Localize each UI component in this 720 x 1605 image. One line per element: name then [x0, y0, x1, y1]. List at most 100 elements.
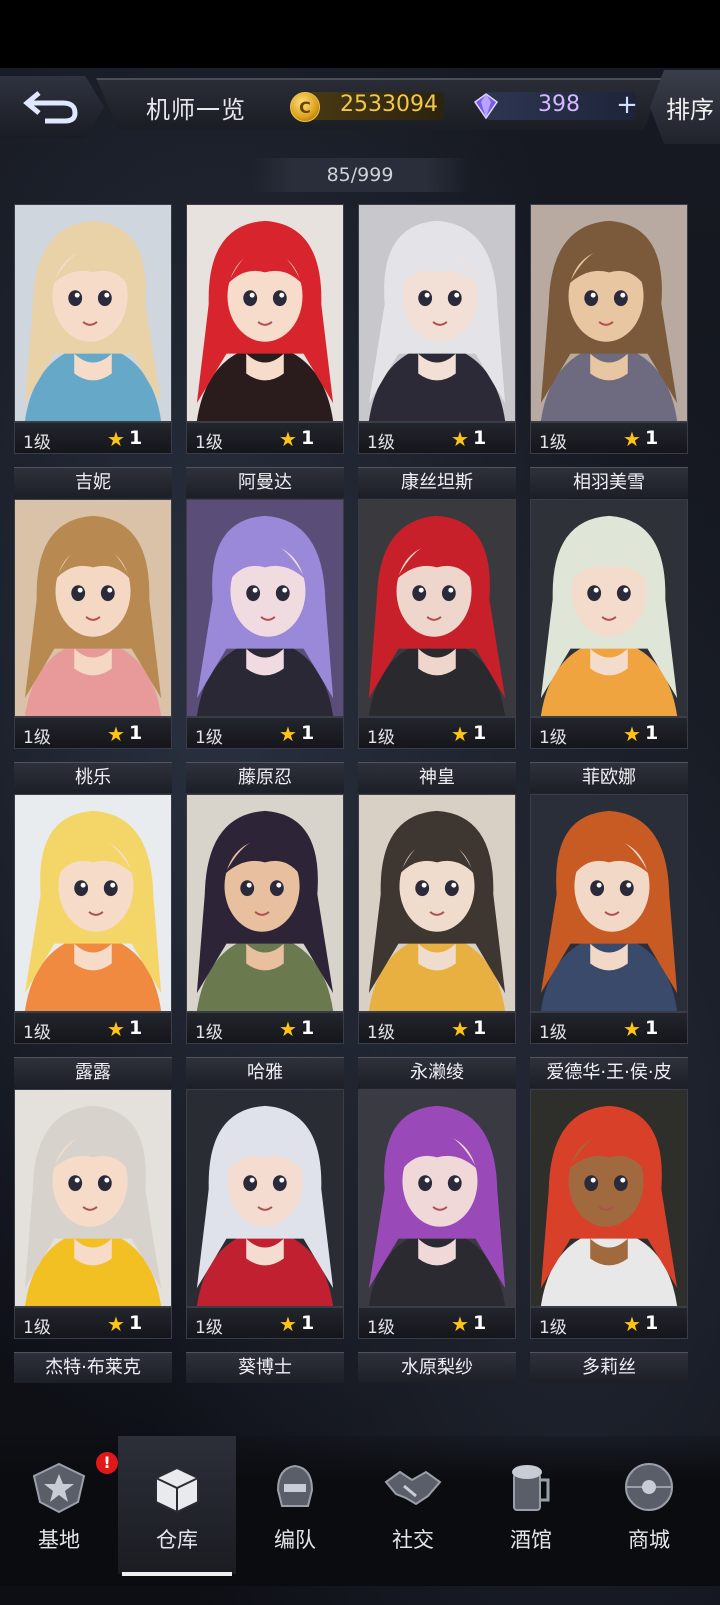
nav-label: 商城	[628, 1528, 670, 1552]
character-name: 杰特·布莱克	[14, 1352, 172, 1383]
character-portrait	[358, 794, 516, 1012]
character-portrait	[186, 794, 344, 1012]
character-card[interactable]: 哈雅 1级 ★ 1	[186, 1057, 344, 1339]
character-card[interactable]: 1级 ★ 1	[14, 202, 172, 454]
card-footer: 1级 ★ 1	[530, 1307, 688, 1339]
character-level: 1级	[367, 1023, 395, 1043]
card-footer: 1级 ★ 1	[14, 1012, 172, 1044]
character-portrait	[186, 499, 344, 717]
card-footer: 1级 ★ 1	[186, 1012, 344, 1044]
character-name: 吉妮	[14, 467, 172, 498]
card-footer: 1级 ★ 1	[530, 1012, 688, 1044]
star-icon: ★	[451, 722, 469, 746]
back-button[interactable]	[0, 76, 104, 138]
character-portrait	[358, 204, 516, 422]
character-portrait	[14, 1089, 172, 1307]
character-portrait	[186, 204, 344, 422]
character-card[interactable]: 吉妮 1级 ★ 1	[14, 467, 172, 749]
character-card[interactable]: 多莉丝	[530, 1352, 688, 1392]
character-level: 1级	[367, 433, 395, 453]
character-card[interactable]: 神皇 1级 ★ 1	[358, 762, 516, 1044]
card-footer: 1级 ★ 1	[14, 422, 172, 454]
back-arrow-icon	[23, 91, 78, 124]
gem-value: 398	[538, 92, 580, 117]
nav-warehouse[interactable]: 仓库	[118, 1436, 236, 1576]
character-card[interactable]: 1级 ★ 1	[186, 202, 344, 454]
character-card[interactable]: 杰特·布莱克	[14, 1352, 172, 1392]
card-footer: 1级 ★ 1	[358, 1307, 516, 1339]
card-footer: 1级 ★ 1	[358, 422, 516, 454]
warehouse-box-icon	[155, 1466, 199, 1514]
nav-formation[interactable]: 编队	[236, 1436, 354, 1574]
character-card[interactable]: 葵博士	[186, 1352, 344, 1392]
character-portrait	[530, 1089, 688, 1307]
character-name: 阿曼达	[186, 467, 344, 498]
star-count: 1	[129, 1017, 143, 1039]
handshake-icon	[384, 1470, 442, 1506]
star-count: 1	[301, 1312, 315, 1334]
bottom-nav: 基地 ! 仓库 编队 社交 酒馆 商城	[0, 1436, 720, 1586]
gold-value: 2533094	[340, 92, 438, 117]
character-name: 菲欧娜	[530, 762, 688, 793]
nav-social[interactable]: 社交	[354, 1436, 472, 1574]
shop-capsule-icon	[625, 1463, 673, 1511]
star-icon: ★	[623, 722, 641, 746]
character-level: 1级	[195, 1023, 223, 1043]
character-portrait	[14, 794, 172, 1012]
star-icon: ★	[623, 1017, 641, 1041]
character-portrait	[530, 204, 688, 422]
character-card[interactable]: 藤原忍 1级 ★ 1	[186, 762, 344, 1044]
character-name: 爱德华·王·侯·皮	[530, 1057, 688, 1088]
star-icon: ★	[451, 1017, 469, 1041]
card-footer: 1级 ★ 1	[14, 717, 172, 749]
character-card[interactable]: 相羽美雪 1级 ★ 1	[530, 467, 688, 749]
character-card[interactable]: 露露 1级 ★ 1	[14, 1057, 172, 1339]
character-card[interactable]: 1级 ★ 1	[530, 202, 688, 454]
star-count: 1	[301, 427, 315, 449]
star-count: 1	[645, 1312, 659, 1334]
character-level: 1级	[195, 728, 223, 748]
card-footer: 1级 ★ 1	[530, 717, 688, 749]
add-gem-button[interactable]: +	[614, 92, 640, 120]
character-card[interactable]: 阿曼达 1级 ★ 1	[186, 467, 344, 749]
nav-label: 编队	[274, 1528, 316, 1552]
status-bar-area	[0, 0, 720, 68]
star-count: 1	[301, 722, 315, 744]
character-level: 1级	[195, 433, 223, 453]
star-count: 1	[473, 1017, 487, 1039]
character-card[interactable]: 康丝坦斯 1级 ★ 1	[358, 467, 516, 749]
character-grid[interactable]: 1级 ★ 1 1级 ★ 1 1级 ★ 1 1级 ★ 1 吉妮 1级 ★ 1 阿曼…	[14, 202, 706, 1398]
nav-shop[interactable]: 商城	[590, 1436, 708, 1574]
nav-base[interactable]: 基地 !	[0, 1436, 118, 1574]
nav-label: 酒馆	[510, 1528, 552, 1552]
star-icon: ★	[279, 427, 297, 451]
character-card[interactable]: 永濑绫 1级 ★ 1	[358, 1057, 516, 1339]
nav-tavern[interactable]: 酒馆	[472, 1436, 590, 1574]
character-level: 1级	[539, 728, 567, 748]
character-card[interactable]: 菲欧娜 1级 ★ 1	[530, 762, 688, 1044]
character-card[interactable]: 水原梨纱	[358, 1352, 516, 1392]
card-footer: 1级 ★ 1	[14, 1307, 172, 1339]
card-footer: 1级 ★ 1	[358, 1012, 516, 1044]
card-footer: 1级 ★ 1	[186, 1307, 344, 1339]
character-level: 1级	[23, 728, 51, 748]
character-name: 康丝坦斯	[358, 467, 516, 498]
character-name: 相羽美雪	[530, 467, 688, 498]
character-level: 1级	[23, 1023, 51, 1043]
character-level: 1级	[195, 1318, 223, 1338]
star-icon: ★	[107, 427, 125, 451]
character-card[interactable]: 爱德华·王·侯·皮 1级 ★ 1	[530, 1057, 688, 1339]
star-icon: ★	[451, 1312, 469, 1336]
character-card[interactable]: 1级 ★ 1	[358, 202, 516, 454]
star-icon: ★	[107, 1312, 125, 1336]
card-footer: 1级 ★ 1	[530, 422, 688, 454]
character-portrait	[14, 204, 172, 422]
character-level: 1级	[539, 1318, 567, 1338]
star-count: 1	[473, 427, 487, 449]
star-icon: ★	[279, 1312, 297, 1336]
star-count: 1	[129, 722, 143, 744]
character-name: 藤原忍	[186, 762, 344, 793]
diamond-icon	[473, 93, 499, 120]
character-card[interactable]: 桃乐 1级 ★ 1	[14, 762, 172, 1044]
sort-button[interactable]: 排序	[650, 70, 720, 144]
